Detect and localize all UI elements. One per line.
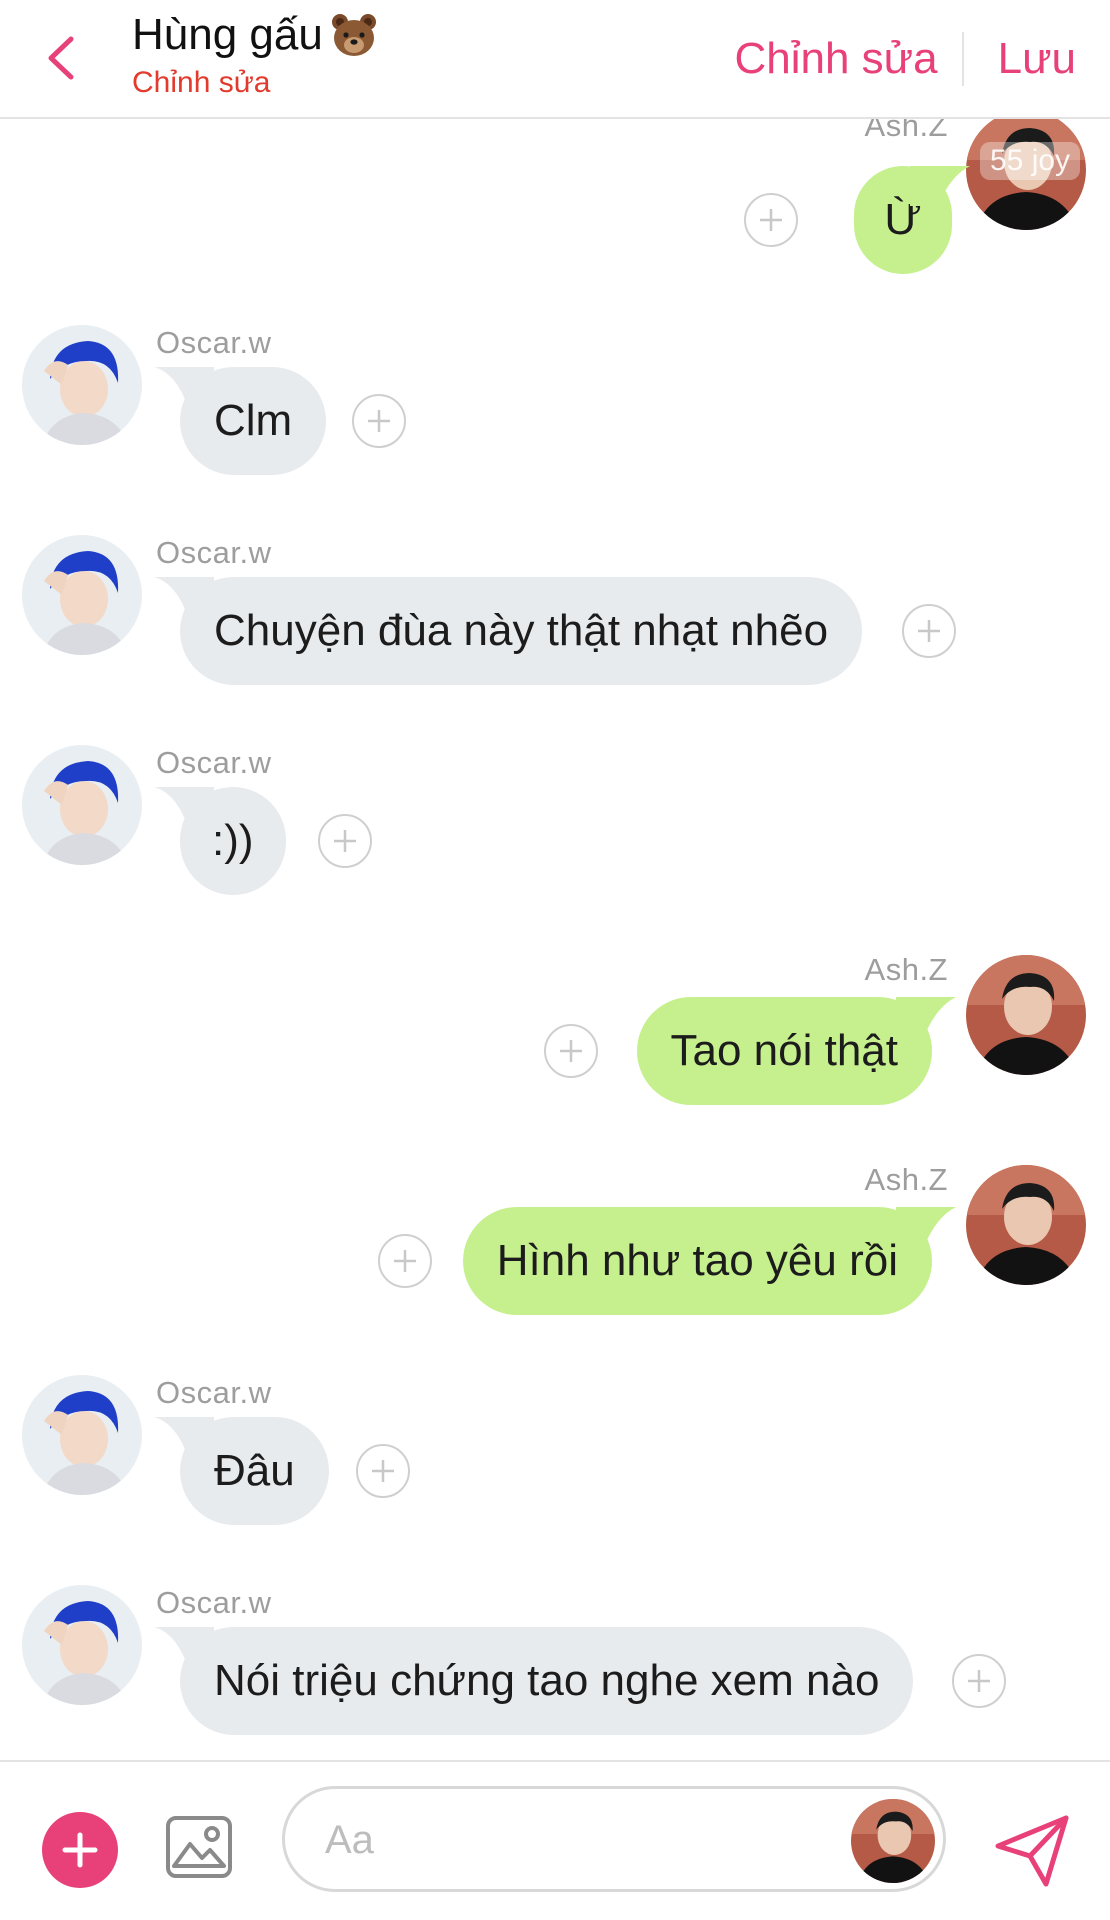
message-composer bbox=[0, 1760, 1110, 1920]
send-icon bbox=[995, 1815, 1069, 1887]
message-text: Nói triệu chứng tao nghe xem nào bbox=[214, 1656, 880, 1705]
message-bubble[interactable]: Clm bbox=[180, 367, 327, 475]
add-reaction-button[interactable] bbox=[544, 1024, 598, 1078]
avatar[interactable] bbox=[22, 745, 142, 865]
image-button[interactable] bbox=[164, 1812, 234, 1882]
send-button[interactable] bbox=[988, 1806, 1076, 1894]
message-bubble[interactable]: Hình như tao yêu rồi bbox=[462, 1207, 932, 1315]
plus-icon bbox=[918, 620, 940, 642]
chat-screen: Hùng gấu Chỉnh sửa Chỉnh sửa Lưu Ash.Z 5… bbox=[0, 0, 1110, 1920]
plus-icon bbox=[394, 1250, 416, 1272]
bubble-tail bbox=[896, 1207, 956, 1247]
message-bubble[interactable]: Tao nói thật bbox=[636, 997, 932, 1105]
avatar[interactable] bbox=[22, 535, 142, 655]
chat-header: Hùng gấu Chỉnh sửa Chỉnh sửa Lưu bbox=[0, 0, 1110, 119]
add-reaction-button[interactable] bbox=[744, 193, 798, 247]
message-input-wrapper bbox=[282, 1786, 946, 1892]
sender-name: Ash.Z bbox=[864, 119, 948, 143]
sender-name: Oscar.w bbox=[156, 1375, 272, 1410]
title-block: Hùng gấu Chỉnh sửa bbox=[132, 8, 379, 100]
plus-icon bbox=[368, 410, 390, 432]
message-text: Chuyện đùa này thật nhạt nhẽo bbox=[214, 606, 829, 655]
sender-name: Oscar.w bbox=[156, 1585, 272, 1620]
watermark-label: 55 joy bbox=[980, 142, 1081, 180]
chevron-left-icon bbox=[48, 36, 74, 80]
plus-icon bbox=[372, 1460, 394, 1482]
message-bubble[interactable]: Chuyện đùa này thật nhạt nhẽo bbox=[180, 577, 863, 685]
message-text: Hình như tao yêu rồi bbox=[496, 1236, 898, 1285]
plus-icon bbox=[334, 830, 356, 852]
message-bubble[interactable]: Đâu bbox=[180, 1417, 329, 1525]
save-button[interactable]: Lưu bbox=[998, 34, 1076, 84]
add-reaction-button[interactable] bbox=[318, 814, 372, 868]
sender-name: Oscar.w bbox=[156, 325, 272, 360]
sender-name: Ash.Z bbox=[864, 952, 948, 987]
plus-icon bbox=[760, 209, 782, 231]
message-text: Đâu bbox=[214, 1446, 295, 1495]
plus-icon bbox=[62, 1832, 98, 1868]
edit-button[interactable]: Chỉnh sửa bbox=[734, 34, 937, 84]
avatar[interactable] bbox=[22, 325, 142, 445]
avatar[interactable] bbox=[22, 1585, 142, 1705]
image-icon bbox=[166, 1816, 232, 1878]
avatar[interactable] bbox=[22, 1375, 142, 1495]
sender-name: Ash.Z bbox=[864, 1162, 948, 1197]
header-actions: Chỉnh sửa Lưu bbox=[734, 28, 1076, 90]
plus-icon bbox=[968, 1670, 990, 1692]
avatar[interactable] bbox=[966, 1165, 1086, 1285]
add-reaction-button[interactable] bbox=[952, 1654, 1006, 1708]
plus-icon bbox=[560, 1040, 582, 1062]
add-reaction-button[interactable] bbox=[902, 604, 956, 658]
message-text: :)) bbox=[212, 816, 254, 865]
message-list[interactable]: Ash.Z 55 joy Ừ Oscar.w Clm Oscar.w Chuyệ… bbox=[0, 119, 1110, 1747]
chat-subtitle[interactable]: Chỉnh sửa bbox=[132, 66, 379, 100]
avatar[interactable] bbox=[966, 955, 1086, 1075]
add-reaction-button[interactable] bbox=[378, 1234, 432, 1288]
bubble-tail bbox=[896, 997, 956, 1037]
message-input[interactable] bbox=[323, 1811, 807, 1869]
message-bubble[interactable]: Nói triệu chứng tao nghe xem nào bbox=[180, 1627, 914, 1735]
sender-name: Oscar.w bbox=[156, 535, 272, 570]
header-divider bbox=[961, 32, 964, 86]
add-reaction-button[interactable] bbox=[356, 1444, 410, 1498]
message-bubble[interactable]: :)) bbox=[180, 787, 286, 895]
bear-face-emoji-icon bbox=[331, 14, 376, 56]
sender-name: Oscar.w bbox=[156, 745, 272, 780]
sender-avatar-toggle[interactable] bbox=[851, 1799, 935, 1883]
add-reaction-button[interactable] bbox=[352, 394, 406, 448]
add-button[interactable] bbox=[42, 1812, 118, 1888]
message-text: Tao nói thật bbox=[670, 1026, 899, 1075]
bubble-tail bbox=[910, 166, 970, 206]
back-button[interactable] bbox=[30, 22, 90, 94]
message-text: Clm bbox=[214, 396, 293, 445]
chat-title: Hùng gấu bbox=[132, 10, 323, 59]
